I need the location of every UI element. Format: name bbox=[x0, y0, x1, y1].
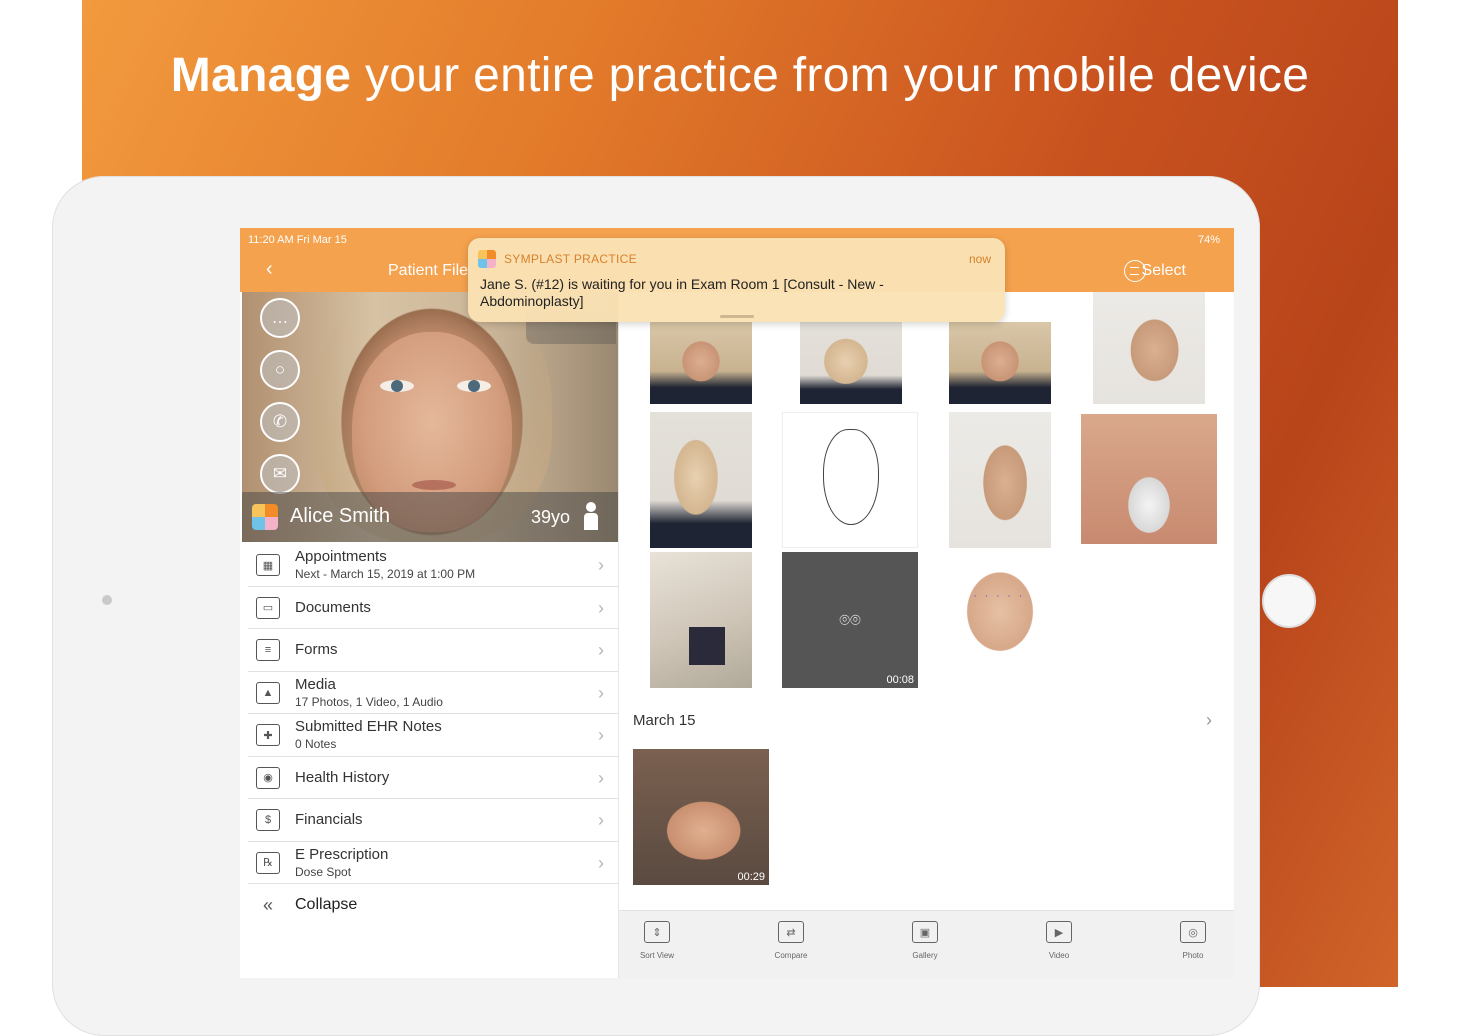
form-icon: ≡ bbox=[256, 639, 280, 661]
chevron-right-icon: › bbox=[598, 597, 604, 618]
page-title: Patient File bbox=[388, 262, 469, 279]
sort-icon: ⇕ bbox=[644, 921, 670, 943]
symplast-logo-icon bbox=[478, 250, 496, 268]
compare-icon: ⇄ bbox=[778, 921, 804, 943]
menu-collapse[interactable]: « Collapse bbox=[248, 884, 618, 927]
patient-photo: … ○ ✆ ✉ Alice Smith 39yo bbox=[242, 292, 618, 542]
chat-icon[interactable]: … bbox=[260, 298, 300, 338]
patient-age: 39yo bbox=[530, 507, 570, 527]
voicemail-icon: ⌾⌾ bbox=[839, 610, 861, 630]
menu-label: Collapse bbox=[295, 896, 358, 913]
app-screen: 11:20 AM Fri Mar 15 74% ‹ Patient File S… bbox=[240, 228, 1234, 978]
menu-label: Health History bbox=[295, 768, 390, 786]
sort-view-button[interactable]: ⇕ Sort View bbox=[627, 921, 687, 960]
audio-thumb[interactable]: ⌾⌾ 00:08 bbox=[782, 552, 918, 688]
back-button[interactable]: ‹ bbox=[266, 258, 273, 281]
notification-body: Jane S. (#12) is waiting for you in Exam… bbox=[480, 276, 884, 309]
chevron-right-icon: › bbox=[598, 767, 604, 788]
symplast-logo-icon bbox=[252, 504, 278, 530]
patient-panel: … ○ ✆ ✉ Alice Smith 39yo ▦ Appointments … bbox=[242, 292, 618, 978]
patient-name-bar: Alice Smith 39yo bbox=[242, 492, 618, 542]
menu-label: Financials bbox=[295, 811, 363, 828]
media-thumb[interactable] bbox=[1093, 292, 1205, 404]
menu-sub: 0 Notes bbox=[295, 737, 337, 751]
media-gallery: ⌾⌾ 00:08 March 15 › 00:29 bbox=[619, 292, 1234, 910]
menu-label: Documents bbox=[295, 598, 371, 616]
section-date: March 15 bbox=[633, 712, 696, 729]
message-icon[interactable]: ○ bbox=[260, 350, 300, 390]
history-icon: ◉ bbox=[256, 766, 280, 789]
media-thumb[interactable] bbox=[949, 322, 1051, 404]
status-time: 11:20 AM Fri Mar 15 bbox=[248, 234, 347, 246]
media-thumb[interactable] bbox=[939, 554, 1061, 674]
eye-left bbox=[380, 380, 414, 392]
home-button[interactable] bbox=[1262, 574, 1316, 628]
chevron-right-icon[interactable]: › bbox=[1206, 710, 1212, 731]
headline: Manage your entire practice from your mo… bbox=[170, 49, 1310, 102]
image-icon: ▲ bbox=[256, 681, 280, 704]
photo-button[interactable]: ◎ Photo bbox=[1163, 921, 1223, 960]
media-duration: 00:29 bbox=[737, 871, 765, 883]
phone-icon[interactable]: ✆ bbox=[260, 402, 300, 442]
menu-financials[interactable]: $ Financials › bbox=[248, 799, 618, 842]
rx-icon: ℞ bbox=[256, 851, 280, 874]
menu-ehr-notes[interactable]: ✚ Submitted EHR Notes 0 Notes › bbox=[248, 714, 618, 757]
notification-time: now bbox=[968, 252, 991, 266]
notification-grabber[interactable] bbox=[720, 315, 754, 318]
mouth bbox=[412, 480, 456, 490]
patient-menu: ▦ Appointments Next - March 15, 2019 at … bbox=[242, 544, 618, 927]
person-icon bbox=[582, 502, 600, 532]
video-icon: ▶ bbox=[1046, 921, 1072, 943]
chevron-right-icon: › bbox=[598, 725, 604, 745]
menu-sub: 17 Photos, 1 Video, 1 Audio bbox=[295, 694, 443, 709]
menu-label: Submitted EHR Notes bbox=[295, 718, 442, 735]
eye-right bbox=[457, 380, 491, 392]
menu-forms[interactable]: ≡ Forms › bbox=[248, 629, 618, 672]
video-thumb[interactable]: 00:29 bbox=[633, 749, 769, 885]
chevron-right-icon: › bbox=[598, 852, 604, 873]
menu-label: Appointments bbox=[295, 548, 387, 565]
contact-actions: … ○ ✆ ✉ bbox=[260, 298, 304, 506]
camera-dot bbox=[102, 595, 112, 605]
media-duration: 00:08 bbox=[886, 674, 914, 686]
mail-icon[interactable]: ✉ bbox=[260, 454, 300, 494]
chevron-right-icon: › bbox=[598, 640, 604, 660]
gallery-button[interactable]: ▣ Gallery bbox=[895, 921, 955, 960]
collapse-icon: « bbox=[262, 894, 273, 915]
media-thumb[interactable] bbox=[949, 412, 1051, 548]
menu-appointments[interactable]: ▦ Appointments Next - March 15, 2019 at … bbox=[248, 544, 618, 587]
media-thumb[interactable] bbox=[650, 412, 752, 548]
chevron-right-icon: › bbox=[598, 810, 604, 830]
media-thumb[interactable] bbox=[782, 412, 918, 548]
bottom-toolbar: ⇕ Sort View ⇄ Compare ▣ Gallery ▶ Video … bbox=[619, 910, 1234, 978]
menu-health-history[interactable]: ◉ Health History › bbox=[248, 757, 618, 799]
menu-label: Media bbox=[295, 675, 336, 693]
menu-label: Forms bbox=[295, 641, 338, 658]
menu-e-prescription[interactable]: ℞ E Prescription Dose Spot › bbox=[248, 842, 618, 884]
notification-app: SYMPLAST PRACTICE bbox=[504, 252, 637, 266]
video-button[interactable]: ▶ Video bbox=[1029, 921, 1089, 960]
camera-icon: ◎ bbox=[1180, 921, 1206, 943]
menu-sub: Next - March 15, 2019 at 1:00 PM bbox=[295, 567, 476, 581]
calendar-icon: ▦ bbox=[256, 554, 280, 576]
media-thumb[interactable] bbox=[800, 322, 902, 404]
menu-label: E Prescription bbox=[295, 845, 389, 863]
compare-button[interactable]: ⇄ Compare bbox=[761, 921, 821, 960]
inbox-icon: ▭ bbox=[256, 596, 280, 619]
chevron-right-icon: › bbox=[598, 682, 604, 703]
media-thumb[interactable] bbox=[650, 552, 752, 688]
media-thumb[interactable] bbox=[650, 322, 752, 404]
patient-name: Alice Smith bbox=[290, 505, 391, 527]
media-thumb[interactable] bbox=[1081, 414, 1217, 544]
menu-media[interactable]: ▲ Media 17 Photos, 1 Video, 1 Audio › bbox=[248, 672, 618, 714]
gallery-icon: ▣ bbox=[912, 921, 938, 943]
battery-level: 74% bbox=[1197, 234, 1220, 246]
chevron-right-icon: › bbox=[598, 555, 604, 575]
financials-icon: $ bbox=[256, 809, 280, 831]
select-button[interactable]: Select bbox=[1142, 262, 1186, 280]
menu-documents[interactable]: ▭ Documents › bbox=[248, 587, 618, 629]
push-notification[interactable]: SYMPLAST PRACTICE now Jane S. (#12) is w… bbox=[468, 238, 1005, 322]
menu-sub: Dose Spot bbox=[295, 864, 352, 879]
clipboard-icon: ✚ bbox=[256, 724, 280, 746]
